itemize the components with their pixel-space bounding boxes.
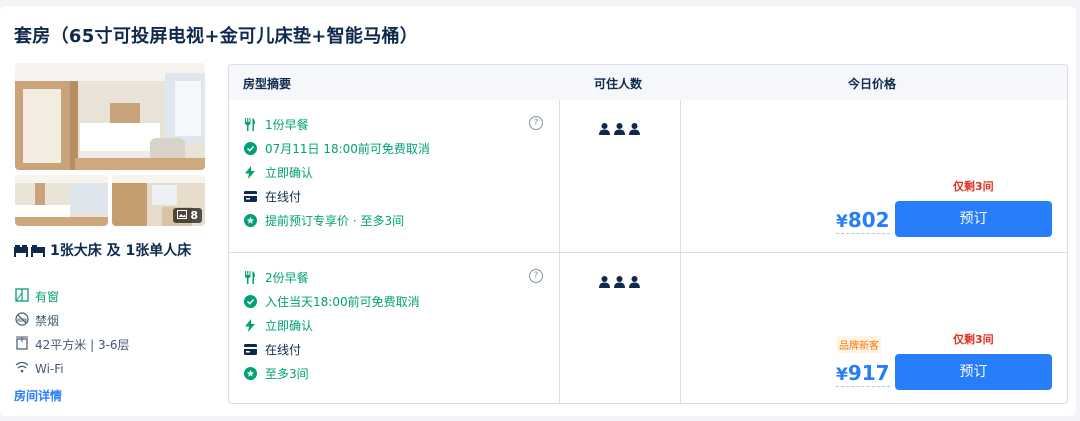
book-button[interactable]: 预订 xyxy=(895,354,1052,390)
promo-label: 提前预订专享价 · 至多3间 xyxy=(265,214,405,228)
person-icon xyxy=(614,273,625,292)
photo-count-badge[interactable]: 8 xyxy=(173,208,202,223)
confirm-label: 立即确认 xyxy=(265,166,314,180)
room-photo-thumb[interactable] xyxy=(15,175,108,226)
feature-window: 有窗 xyxy=(15,288,59,305)
star-badge-icon xyxy=(243,214,257,228)
price-value: 802 xyxy=(847,208,890,232)
capacity-persons xyxy=(599,273,640,292)
feature-smoking-label: 禁烟 xyxy=(35,314,60,328)
price-value: 917 xyxy=(847,361,890,385)
promo-label: 至多3间 xyxy=(265,367,309,381)
instant-confirm: 立即确认 xyxy=(243,317,313,334)
promo-info: 至多3间 xyxy=(243,365,309,382)
rate-row: 1份早餐 ? 07月11日 18:00前可免费取消 立即确认 在线付 提前预订专… xyxy=(229,100,1067,253)
cancel-policy: 07月11日 18:00前可免费取消 xyxy=(243,140,430,157)
promo-info: 提前预订专享价 · 至多3间 xyxy=(243,212,404,229)
feature-window-label: 有窗 xyxy=(35,290,60,304)
no-smoking-icon xyxy=(15,312,29,329)
person-icon xyxy=(629,273,640,292)
confirm-label: 立即确认 xyxy=(265,319,314,333)
instant-confirm: 立即确认 xyxy=(243,164,313,181)
breakfast-label: 1份早餐 xyxy=(265,118,309,132)
feature-area-label: 42平方米 | 3-6层 xyxy=(35,338,130,352)
book-button[interactable]: 预订 xyxy=(895,201,1052,237)
cancel-policy: 入住当天18:00前可免费取消 xyxy=(243,293,420,310)
person-icon xyxy=(599,273,610,292)
price: ¥917 xyxy=(836,361,890,387)
utensils-icon xyxy=(243,118,257,132)
person-icon xyxy=(599,120,610,139)
payment-method: 在线付 xyxy=(243,188,301,205)
feature-smoking: 禁烟 xyxy=(15,312,59,329)
brand-new-customer-tag: 品牌新客 xyxy=(837,336,881,353)
table-header: 房型摘要 可住人数 今日价格 xyxy=(229,65,1067,100)
feature-wifi-label: Wi-Fi xyxy=(35,361,64,376)
gallery-icon xyxy=(177,209,188,222)
rate-row: 2份早餐 ? 入住当天18:00前可免费取消 立即确认 在线付 至多3间 品牌新… xyxy=(229,252,1067,403)
check-circle-icon xyxy=(243,142,257,156)
star-badge-icon xyxy=(243,367,257,381)
bed-info: 1张大床 及 1张单人床 xyxy=(14,240,204,264)
bed-description: 1张大床 及 1张单人床 xyxy=(50,243,192,259)
breakfast-label: 2份早餐 xyxy=(265,271,309,285)
card-icon xyxy=(243,190,257,204)
photo-count: 8 xyxy=(190,209,198,222)
rate-table: 房型摘要 可住人数 今日价格 1份早餐 ? 07月11日 18:00前可免费取消… xyxy=(228,64,1068,404)
window-icon xyxy=(15,288,29,305)
rooms-remaining: 仅剩3间 xyxy=(953,180,994,193)
room-details-link[interactable]: 房间详情 xyxy=(14,387,62,404)
rooms-remaining: 仅剩3间 xyxy=(953,333,994,346)
capacity-persons xyxy=(599,120,640,139)
payment-label: 在线付 xyxy=(265,190,302,204)
card-icon xyxy=(243,343,257,357)
room-photo-main[interactable] xyxy=(15,63,205,170)
lightning-icon xyxy=(243,319,257,333)
cancel-label: 入住当天18:00前可免费取消 xyxy=(265,295,420,309)
feature-area: 42平方米 | 3-6层 xyxy=(15,336,130,353)
header-capacity: 可住人数 xyxy=(594,77,643,91)
person-icon xyxy=(629,120,640,139)
header-price: 今日价格 xyxy=(848,77,897,91)
bed-icon xyxy=(14,242,46,264)
payment-label: 在线付 xyxy=(265,343,302,357)
check-circle-icon xyxy=(243,295,257,309)
wifi-icon xyxy=(15,360,29,377)
price: ¥802 xyxy=(836,208,890,234)
currency-symbol: ¥ xyxy=(836,212,848,232)
breakfast-item: 1份早餐 xyxy=(243,116,309,133)
room-photo-thumb[interactable]: 8 xyxy=(112,175,205,226)
breakfast-item: 2份早餐 xyxy=(243,269,309,286)
question-icon[interactable]: ? xyxy=(529,116,543,130)
question-icon[interactable]: ? xyxy=(529,269,543,283)
utensils-icon xyxy=(243,271,257,285)
person-icon xyxy=(614,120,625,139)
area-icon xyxy=(15,336,29,353)
room-title: 套房（65寸可投屏电视+金可儿床垫+智能马桶） xyxy=(14,26,419,47)
lightning-icon xyxy=(243,166,257,180)
cancel-label: 07月11日 18:00前可免费取消 xyxy=(265,142,430,156)
currency-symbol: ¥ xyxy=(836,365,848,385)
payment-method: 在线付 xyxy=(243,341,301,358)
feature-wifi: Wi-Fi xyxy=(15,360,64,377)
header-summary: 房型摘要 xyxy=(243,77,292,91)
